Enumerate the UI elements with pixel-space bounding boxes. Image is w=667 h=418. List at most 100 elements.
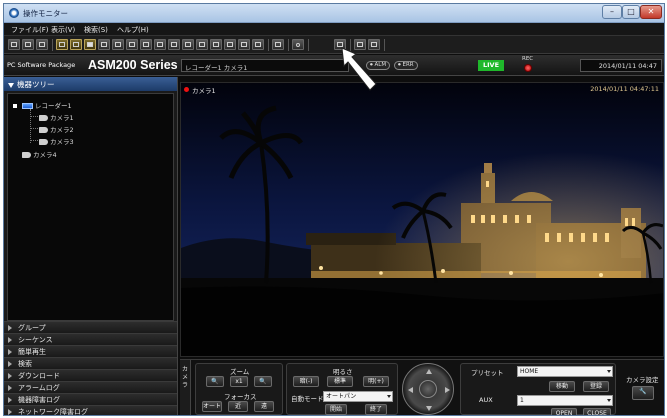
section-easy-playback[interactable]: 簡単再生 bbox=[4, 345, 177, 356]
pan-left-icon[interactable] bbox=[408, 387, 413, 393]
device-tree: レコーダー1 カメラ1 カメラ2 カメラ3 カメラ4 bbox=[7, 93, 174, 321]
tb-grid6-icon[interactable] bbox=[112, 39, 124, 50]
aux-label: AUX bbox=[479, 396, 493, 404]
tb-grid-wide-icon[interactable] bbox=[252, 39, 264, 50]
tree-camera-2[interactable]: カメラ2 bbox=[39, 124, 74, 134]
tb-grid9-icon[interactable] bbox=[154, 39, 166, 50]
tb-grid16b-icon[interactable] bbox=[210, 39, 222, 50]
title-bar: 操作モニター – □ ✕ bbox=[4, 4, 664, 23]
tb-printer-icon[interactable] bbox=[22, 39, 34, 50]
tb-camera-icon[interactable] bbox=[8, 39, 20, 50]
video-timestamp: 2014/01/11 04:47:11 bbox=[590, 85, 659, 93]
focus-far-button[interactable]: 遠 bbox=[254, 401, 274, 412]
camera-control-panel: カメラ ズーム 🔍 x1 🔍 フォーカス オート 近 遠 明るさ 暗(-) 標準… bbox=[180, 359, 664, 415]
brightness-label: 明るさ bbox=[333, 368, 353, 376]
zoom-focus-group: ズーム 🔍 x1 🔍 フォーカス オート 近 遠 bbox=[195, 363, 283, 415]
video-rec-indicator bbox=[184, 87, 189, 92]
tb-grid32-icon[interactable] bbox=[224, 39, 236, 50]
rec-indicator-icon[interactable] bbox=[524, 64, 532, 72]
aux-open-button[interactable]: OPEN bbox=[551, 408, 577, 415]
rec-label: REC bbox=[522, 56, 534, 62]
preset-select[interactable]: HOME bbox=[517, 366, 613, 377]
brightness-dark-button[interactable]: 暗(-) bbox=[293, 376, 319, 387]
section-alarm-log[interactable]: アラームログ bbox=[4, 381, 177, 392]
tilt-down-icon[interactable] bbox=[426, 406, 432, 411]
section-device-fault-log[interactable]: 機器障害ログ bbox=[4, 393, 177, 404]
camera-video-view[interactable]: カメラ1 2014/01/11 04:47:11 bbox=[180, 82, 664, 357]
menu-file[interactable]: ファイル(F) bbox=[11, 25, 49, 35]
preset-label: プリセット bbox=[471, 369, 504, 377]
tilt-up-icon[interactable] bbox=[426, 369, 432, 374]
focus-label: フォーカス bbox=[224, 393, 257, 401]
close-button[interactable]: ✕ bbox=[640, 5, 662, 19]
menu-view[interactable]: 表示(V) bbox=[51, 25, 75, 35]
pointer-arrow-icon bbox=[341, 47, 377, 91]
tree-camera-4[interactable]: カメラ4 bbox=[22, 149, 57, 159]
error-indicator: ⏺ ERR bbox=[394, 61, 418, 70]
tb-grid7-icon[interactable] bbox=[126, 39, 138, 50]
pan-tilt-center[interactable] bbox=[419, 380, 437, 398]
brightness-standard-button[interactable]: 標準 bbox=[327, 376, 353, 387]
tree-expander-icon[interactable] bbox=[13, 104, 17, 108]
auto-end-button[interactable]: 終了 bbox=[365, 404, 387, 415]
tree-camera-1[interactable]: カメラ1 bbox=[39, 112, 74, 122]
section-download[interactable]: ダウンロード bbox=[4, 369, 177, 380]
tb-layout1-icon[interactable] bbox=[56, 39, 68, 50]
dropdown-arrow-icon bbox=[607, 399, 611, 402]
tb-single-view-icon[interactable] bbox=[84, 39, 96, 50]
tb-pin-icon[interactable] bbox=[292, 39, 304, 50]
tb-grid13-icon[interactable] bbox=[182, 39, 194, 50]
maximize-button[interactable]: □ bbox=[622, 5, 640, 19]
aux-close-button[interactable]: CLOSE bbox=[583, 408, 611, 415]
tb-grid8-icon[interactable] bbox=[140, 39, 152, 50]
focus-auto-button[interactable]: オート bbox=[202, 401, 222, 412]
menu-search[interactable]: 検索(S) bbox=[84, 25, 108, 35]
toolbar bbox=[4, 36, 664, 54]
wrench-icon: 🔧 bbox=[639, 388, 647, 395]
aux-select[interactable]: 1 bbox=[517, 395, 613, 406]
section-group[interactable]: グループ bbox=[4, 321, 177, 332]
product-name: ASM200 Series bbox=[88, 58, 178, 72]
pan-right-icon[interactable] bbox=[445, 387, 450, 393]
device-tree-header[interactable]: 機器ツリー bbox=[4, 77, 177, 91]
tb-grid10-icon[interactable] bbox=[168, 39, 180, 50]
preset-aux-group: プリセット HOME 移動 登録 AUX 1 OPEN CLOSE bbox=[460, 363, 616, 415]
camera-icon bbox=[39, 127, 48, 133]
live-badge: LIVE bbox=[478, 60, 504, 71]
section-sequence[interactable]: シーケンス bbox=[4, 333, 177, 344]
window-title: 操作モニター bbox=[23, 9, 68, 18]
section-network-fault-log[interactable]: ネットワーク障害ログ bbox=[4, 405, 177, 415]
brightness-bright-button[interactable]: 明(+) bbox=[363, 376, 389, 387]
zoom-x1-button[interactable]: x1 bbox=[230, 376, 248, 387]
zoom-out-button[interactable]: 🔍 bbox=[206, 376, 224, 387]
night-scene-image bbox=[181, 83, 663, 356]
preset-move-button[interactable]: 移動 bbox=[549, 381, 575, 392]
tree-camera-3[interactable]: カメラ3 bbox=[39, 136, 74, 146]
tb-settings-icon[interactable] bbox=[36, 39, 48, 50]
camera-settings-label: カメラ設定 bbox=[626, 376, 659, 384]
focus-near-button[interactable]: 近 bbox=[228, 401, 248, 412]
minimize-button[interactable]: – bbox=[602, 5, 622, 19]
camera-tab[interactable]: カメラ bbox=[180, 360, 191, 415]
collapse-arrow-icon bbox=[8, 82, 14, 88]
auto-mode-select[interactable]: オートパン bbox=[323, 391, 393, 402]
pan-tilt-dial[interactable] bbox=[402, 363, 454, 415]
auto-mode-label: 自動モード bbox=[291, 395, 324, 403]
dropdown-arrow-icon bbox=[607, 370, 611, 373]
camera-selector[interactable]: レコーダー1 カメラ1 bbox=[181, 59, 349, 72]
recorder-icon bbox=[22, 103, 33, 109]
camera-settings-button[interactable]: 🔧 bbox=[632, 386, 654, 400]
menu-help[interactable]: ヘルプ(H) bbox=[117, 25, 149, 35]
tb-grid-alt-icon[interactable] bbox=[238, 39, 250, 50]
auto-start-button[interactable]: 開始 bbox=[325, 404, 347, 415]
zoom-in-button[interactable]: 🔍 bbox=[254, 376, 272, 387]
dropdown-arrow-icon bbox=[387, 395, 391, 398]
tb-quad-view-icon[interactable] bbox=[98, 39, 110, 50]
tb-fullscreen-icon[interactable] bbox=[272, 39, 284, 50]
tb-layout-tree-icon[interactable] bbox=[70, 39, 82, 50]
section-search[interactable]: 検索 bbox=[4, 357, 177, 368]
package-label: PC Software Package bbox=[7, 61, 76, 69]
header-bar: PC Software Package ASM200 Series レコーダー1… bbox=[4, 55, 664, 76]
tb-grid16-icon[interactable] bbox=[196, 39, 208, 50]
preset-register-button[interactable]: 登録 bbox=[583, 381, 609, 392]
